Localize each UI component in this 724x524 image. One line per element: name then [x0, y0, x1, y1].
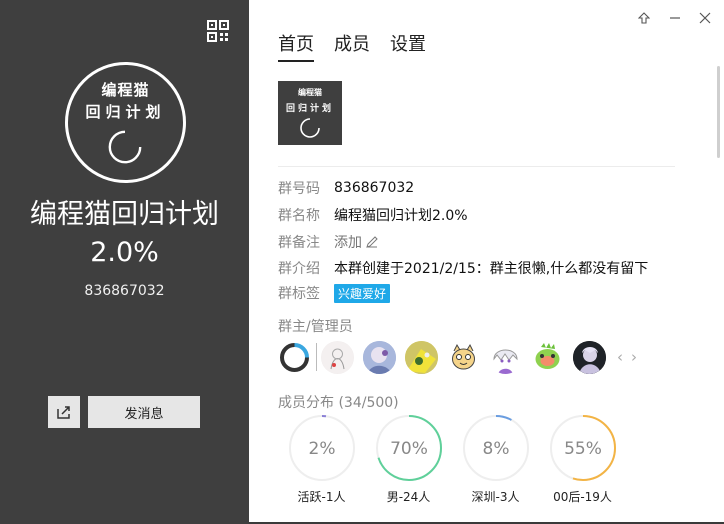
info-row-tags: 群标签 兴趣爱好	[278, 283, 391, 303]
svg-text:2%: 2%	[308, 439, 335, 459]
spinner-logo-icon	[300, 118, 320, 138]
spinner-logo-icon	[108, 130, 142, 164]
stat-age[interactable]: 55% 00后-19人	[539, 414, 626, 505]
pencil-icon	[366, 236, 378, 248]
distribution-title: 成员分布 (34/500)	[278, 395, 399, 411]
stat-city[interactable]: 8% 深圳-3人	[452, 414, 539, 505]
anime-character-dark-avatar[interactable]	[573, 340, 606, 374]
qr-code-icon[interactable]	[207, 20, 229, 42]
share-button[interactable]	[48, 396, 80, 428]
group-avatar-thumbnail[interactable]: 编程猫 回归计划	[278, 81, 342, 145]
spinner-logo-avatar[interactable]	[278, 340, 311, 374]
tag-badge[interactable]: 兴趣爱好	[334, 283, 391, 303]
member-distribution: 2% 活跃-1人 70% 男-24人 8% 深圳-3人 55% 00后-19人	[278, 414, 626, 505]
info-row-intro: 群介绍 本群创建于2021/2/15：群主很懒,什么都没有留下	[278, 261, 649, 277]
info-row-remark: 群备注 添加	[278, 232, 379, 252]
tab-members[interactable]: 成员	[334, 30, 370, 62]
group-profile-panel: 编程猫 回归计划 编程猫回归计划 2.0% 836867032 发消息	[0, 0, 249, 524]
cat-cartoon-avatar[interactable]	[447, 340, 480, 374]
close-icon[interactable]	[697, 10, 713, 26]
group-logo-text-line1: 编程猫	[101, 81, 150, 99]
add-remark-link[interactable]: 添加	[334, 232, 379, 252]
group-info-panel: 首页 成员 设置 编程猫 回归计划 群号码 836867032 群名称 编程猫回…	[249, 0, 724, 522]
progress-ring: 55%	[549, 415, 616, 481]
group-name: 编程猫回归计划 2.0%	[30, 199, 219, 268]
divider	[316, 343, 317, 371]
white-hair-character-avatar[interactable]	[489, 340, 522, 374]
svg-text:55%: 55%	[564, 439, 602, 459]
yellow-character-avatar[interactable]	[405, 340, 438, 374]
info-row-name: 群名称 编程猫回归计划2.0%	[278, 208, 468, 224]
share-icon	[57, 406, 70, 419]
group-logo-text-line2: 回归计划	[85, 103, 166, 121]
chevron-left-icon[interactable]: ‹	[617, 348, 623, 366]
stat-active[interactable]: 2% 活跃-1人	[278, 414, 365, 505]
progress-ring: 2%	[288, 415, 355, 481]
minimize-icon[interactable]	[667, 10, 683, 26]
admin-avatar-list: ‹ ›	[278, 340, 643, 374]
divider	[278, 166, 675, 167]
progress-ring: 70%	[375, 415, 442, 481]
group-avatar-large: 编程猫 回归计划	[65, 62, 186, 183]
character-blue-avatar[interactable]	[363, 340, 396, 374]
info-row-number: 群号码 836867032	[278, 180, 415, 197]
chevron-right-icon[interactable]: ›	[631, 348, 637, 366]
stat-male[interactable]: 70% 男-24人	[365, 414, 452, 505]
pin-icon[interactable]	[636, 10, 652, 26]
tab-bar: 首页 成员 设置	[278, 30, 446, 62]
admins-title: 群主/管理员	[278, 319, 353, 335]
group-number: 836867032	[84, 283, 165, 299]
send-message-button[interactable]: 发消息	[88, 396, 200, 428]
svg-text:8%: 8%	[482, 439, 509, 459]
svg-text:70%: 70%	[390, 439, 428, 459]
scrollbar[interactable]	[717, 66, 720, 158]
green-bird-avatar[interactable]	[531, 340, 564, 374]
tab-settings[interactable]: 设置	[390, 30, 426, 62]
progress-ring: 8%	[462, 415, 529, 481]
tab-home[interactable]: 首页	[278, 30, 314, 62]
anime-girl-sketch-avatar[interactable]	[321, 340, 354, 374]
